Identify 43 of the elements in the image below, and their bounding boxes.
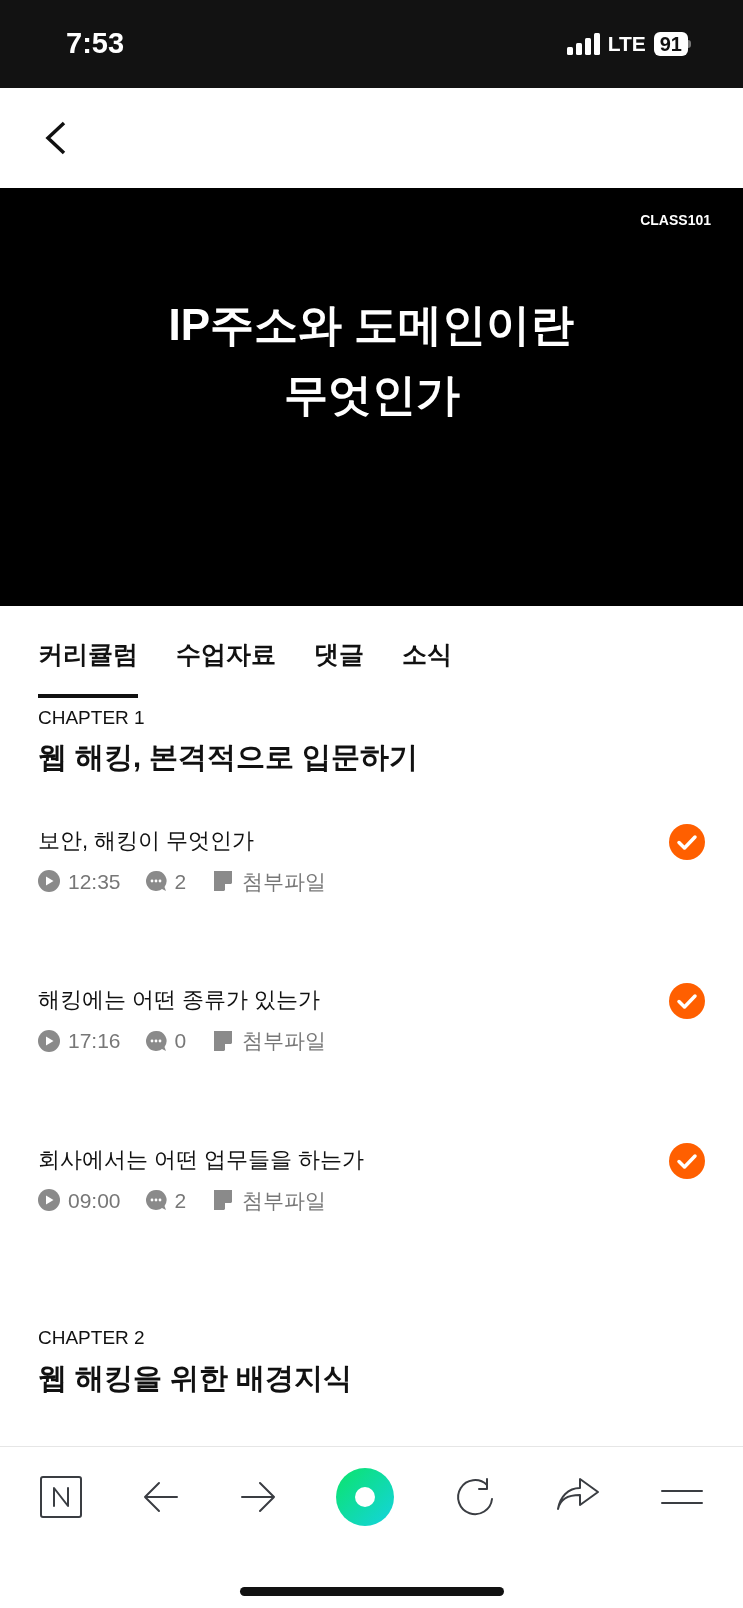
note-icon	[214, 871, 233, 892]
battery-level: 91	[653, 32, 688, 56]
network-label: LTE	[607, 31, 646, 58]
lesson-title[interactable]: 해킹에는 어떤 종류가 있는가	[38, 985, 327, 1015]
comment-count: 2	[174, 868, 187, 895]
comment-count: 0	[174, 1028, 187, 1054]
attachment-label[interactable]: 첨부파일	[242, 1025, 327, 1057]
play-icon	[38, 1189, 60, 1212]
tab[interactable]: 커리큘럼	[38, 630, 138, 698]
lesson-duration: 17:16	[68, 1028, 121, 1054]
video-player[interactable]: CLASS101 IP주소와 도메인이란 무엇인가	[0, 188, 743, 606]
video-title: IP주소와 도메인이란	[168, 299, 575, 351]
video-logo: CLASS101	[640, 211, 711, 230]
comment-icon	[144, 1029, 167, 1052]
comment-icon	[144, 1189, 167, 1212]
refresh-icon[interactable]	[455, 1477, 496, 1517]
chapter-title: 웹 해킹, 본격적으로 입문하기	[38, 740, 420, 775]
attachment-label[interactable]: 첨부파일	[242, 865, 327, 897]
signal-icon	[566, 33, 600, 55]
tab[interactable]: 댓글	[314, 630, 364, 698]
status-time: 7:53	[66, 26, 125, 62]
chapter-label: CHAPTER 1	[38, 705, 146, 730]
lesson-title[interactable]: 회사에서는 어떤 업무들을 하는가	[38, 1144, 365, 1175]
tab[interactable]: 수업자료	[176, 630, 276, 698]
n-icon[interactable]	[40, 1476, 82, 1518]
chapter-label: CHAPTER 2	[38, 1326, 146, 1350]
note-icon	[214, 1030, 233, 1051]
play-icon	[38, 1029, 60, 1052]
back-icon[interactable]	[44, 121, 66, 155]
attachment-label[interactable]: 첨부파일	[242, 1184, 327, 1216]
menu-icon[interactable]	[660, 1489, 703, 1505]
note-icon	[214, 1190, 233, 1211]
chapter-title: 웹 해킹을 위한 배경지식	[38, 1360, 354, 1396]
back-arrow-icon[interactable]	[142, 1481, 179, 1513]
lesson-duration: 12:35	[68, 868, 121, 895]
lesson-title[interactable]: 보안, 해킹이 무엇인가	[38, 825, 327, 856]
forward-arrow-icon[interactable]	[239, 1481, 276, 1513]
play-icon	[38, 870, 60, 893]
comment-count: 2	[174, 1187, 187, 1214]
lesson-duration: 09:00	[68, 1187, 121, 1214]
tab[interactable]: 소식	[402, 630, 452, 698]
comment-icon	[144, 870, 167, 893]
video-title: 무엇인가	[283, 369, 460, 421]
